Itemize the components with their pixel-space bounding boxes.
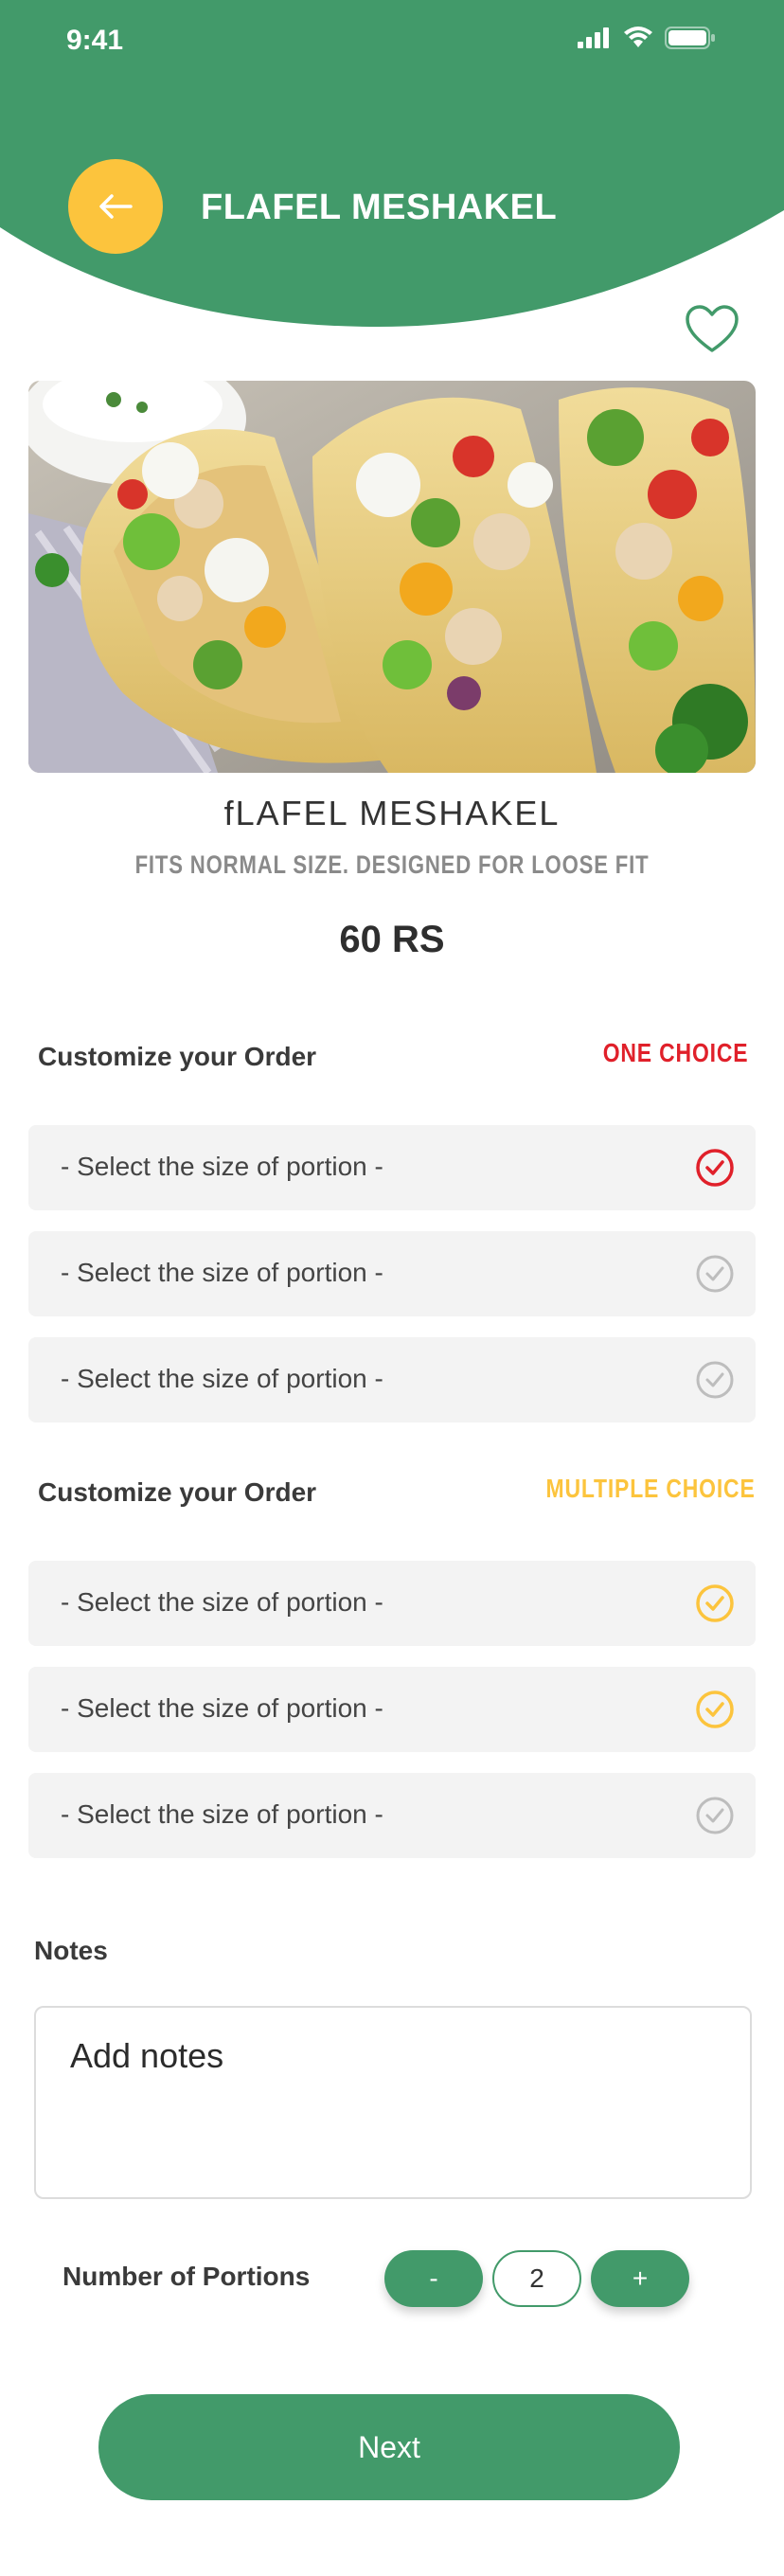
- decrement-button[interactable]: -: [384, 2250, 483, 2307]
- status-time: 9:41: [66, 25, 124, 56]
- check-circle-selected-icon: [696, 1690, 734, 1728]
- product-subtitle: FITS NORMAL SIZE. DESIGNED FOR LOOSE FIT: [134, 850, 650, 879]
- favorite-button[interactable]: [684, 303, 740, 356]
- option-one-1[interactable]: - Select the size of portion -: [28, 1125, 756, 1210]
- product-price: 60 RS: [339, 919, 445, 960]
- portions-label: Number of Portions: [62, 2262, 311, 2291]
- check-circle-icon: [696, 1797, 734, 1834]
- customize-one-title: Customize your Order: [38, 1042, 317, 1071]
- option-one-3[interactable]: - Select the size of portion -: [28, 1337, 756, 1422]
- option-multi-2[interactable]: - Select the size of portion -: [28, 1667, 756, 1752]
- option-label: - Select the size of portion -: [61, 1364, 383, 1393]
- check-circle-selected-icon: [696, 1149, 734, 1187]
- heart-outline-icon: [686, 305, 739, 352]
- option-multi-3[interactable]: - Select the size of portion -: [28, 1773, 756, 1858]
- product-image: [28, 381, 756, 773]
- check-circle-selected-icon: [696, 1584, 734, 1622]
- one-choice-tag: ONE CHOICE: [602, 1038, 748, 1067]
- status-bar: 9:41: [0, 0, 784, 83]
- product-name: fLAFEL MESHAKEL: [223, 794, 561, 832]
- check-circle-icon: [696, 1361, 734, 1399]
- option-label: - Select the size of portion -: [61, 1258, 383, 1287]
- option-label: - Select the size of portion -: [61, 1799, 383, 1829]
- signal-icon: [578, 27, 609, 48]
- portions-value: 2: [492, 2250, 581, 2307]
- option-label: - Select the size of portion -: [61, 1693, 383, 1723]
- option-one-2[interactable]: - Select the size of portion -: [28, 1231, 756, 1316]
- battery-icon: [665, 27, 715, 49]
- notes-placeholder: Add notes: [70, 2036, 224, 2075]
- next-button[interactable]: Next: [98, 2394, 680, 2500]
- multiple-choice-tag: MULTIPLE CHOICE: [545, 1474, 756, 1503]
- notes-title: Notes: [34, 1936, 108, 1965]
- increment-button[interactable]: +: [591, 2250, 689, 2307]
- option-label: - Select the size of portion -: [61, 1152, 383, 1181]
- option-multi-1[interactable]: - Select the size of portion -: [28, 1561, 756, 1646]
- notes-input[interactable]: Add notes: [34, 2006, 752, 2199]
- wifi-icon: [624, 27, 652, 47]
- option-label: - Select the size of portion -: [61, 1587, 383, 1617]
- page-title: FLAFEL MESHAKEL: [201, 188, 558, 227]
- arrow-left-icon: [99, 194, 133, 219]
- customize-multiple-title: Customize your Order: [38, 1477, 317, 1507]
- back-button[interactable]: [68, 159, 163, 254]
- check-circle-icon: [696, 1255, 734, 1293]
